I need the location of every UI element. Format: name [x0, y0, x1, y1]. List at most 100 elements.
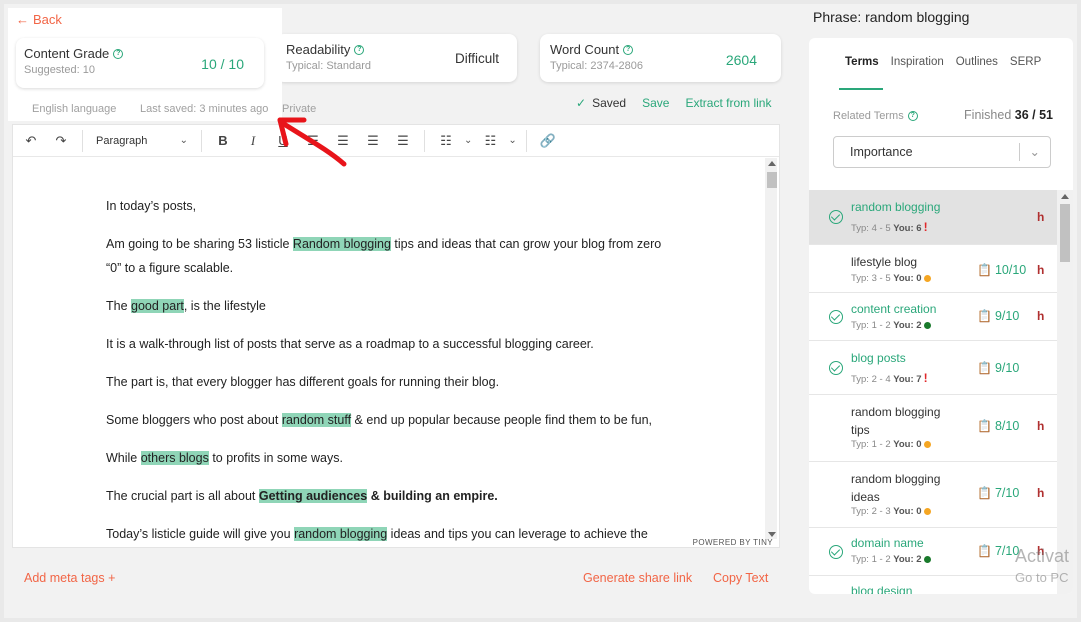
editor-scrollbar[interactable] [765, 158, 777, 539]
highlighted-term: random blogging [294, 527, 388, 541]
word-count-title: Word Count [550, 42, 620, 57]
word-count-card: Word Count? Typical: 2374-2806 2604 [540, 34, 781, 82]
numbered-list-icon[interactable]: ☷ [478, 129, 502, 153]
redo-icon[interactable]: ↷ [49, 129, 73, 153]
add-meta-tags-button[interactable]: Add meta tags + [24, 571, 115, 585]
highlighted-term: Random blogging [292, 237, 391, 251]
block-format-select[interactable]: Paragraph ⌄ [92, 135, 192, 147]
term-name: blog design [851, 584, 913, 594]
highlighted-term: good part [131, 299, 184, 313]
term-typical: Typ: 1 - 2 You: 0 [851, 439, 931, 450]
scroll-thumb[interactable] [1060, 204, 1070, 262]
list-item[interactable]: lifestyle blog Typ: 3 - 5 You: 0 📋 10/10 … [809, 245, 1057, 293]
clipboard-icon: 📋 [977, 309, 992, 323]
save-actions: ✓ Saved Save Extract from link [576, 96, 771, 110]
powered-by-label[interactable]: POWERED BY TINY [693, 538, 773, 547]
heading-marker: h [1037, 309, 1045, 323]
bullet-list-icon[interactable]: ☷ [434, 129, 458, 153]
readability-title: Readability [286, 42, 351, 57]
align-right-icon[interactable]: ☰ [361, 129, 385, 153]
bold-icon[interactable]: B [211, 129, 235, 153]
clipboard-icon: 📋 [977, 361, 992, 375]
italic-icon[interactable]: I [241, 129, 265, 153]
term-list: random blogging Typ: 4 - 5 You: 6! h lif… [809, 190, 1057, 594]
copy-text-button[interactable]: Copy Text [713, 571, 768, 585]
paragraph: In today’s posts, [106, 199, 197, 213]
term-typical: Typ: 1 - 2 You: 2 [851, 554, 931, 565]
related-terms-label: Related Terms? [833, 110, 918, 122]
list-item[interactable]: blog posts Typ: 2 - 4 You: 7! 📋 9/10 [809, 341, 1057, 395]
chevron-down-icon[interactable]: ⌄ [464, 135, 472, 146]
term-count: 📋 9/10 [977, 361, 1020, 375]
term-name: random blogging ideas [851, 472, 941, 504]
panel-tabs: Terms Inspiration Outlines SERP [845, 56, 1041, 68]
help-icon[interactable]: ? [113, 48, 124, 59]
check-circle-icon [829, 210, 843, 224]
undo-icon[interactable]: ↶ [19, 129, 43, 153]
active-tab-indicator [839, 88, 883, 90]
heading-marker: h [1037, 263, 1045, 277]
terms-scrollbar[interactable] [1057, 190, 1073, 594]
help-icon[interactable]: ? [623, 44, 634, 55]
sort-select[interactable]: Importance ⌄ [833, 136, 1051, 168]
highlighted-term: others blogs [140, 451, 209, 465]
list-item[interactable]: random blogging Typ: 4 - 5 You: 6! h [809, 190, 1057, 245]
term-typical: Typ: 2 - 3 You: 0 [851, 506, 931, 517]
tab-terms[interactable]: Terms [845, 56, 879, 68]
paragraph: It is a walk-through list of posts that … [106, 337, 594, 351]
scroll-up-icon[interactable] [768, 161, 776, 166]
phrase-title: Phrase: random blogging [813, 9, 970, 25]
check-icon: ✓ [576, 96, 587, 110]
clipboard-icon: 📋 [977, 419, 992, 433]
chevron-down-icon: ⌄ [1029, 145, 1040, 159]
align-justify-icon[interactable]: ☰ [391, 129, 415, 153]
scroll-up-icon[interactable] [1061, 194, 1069, 199]
toolbar-divider [82, 129, 83, 152]
scroll-down-icon[interactable] [768, 532, 776, 537]
save-button[interactable]: Save [642, 96, 669, 110]
red-arrow-annotation [277, 117, 347, 167]
term-name: random blogging tips [851, 405, 941, 437]
help-icon[interactable]: ? [354, 44, 365, 55]
clipboard-icon: 📋 [977, 263, 992, 277]
chevron-down-icon[interactable]: ⌄ [508, 135, 516, 146]
readability-card: Readability? Typical: Standard Difficult [276, 34, 517, 82]
extract-from-link-button[interactable]: Extract from link [685, 96, 771, 110]
term-typical: Typ: 3 - 5 You: 0 [851, 273, 931, 284]
help-icon[interactable]: ? [907, 111, 918, 121]
term-name: lifestyle blog [851, 255, 918, 269]
tab-outlines[interactable]: Outlines [956, 56, 998, 68]
heading-marker: h [1037, 486, 1045, 500]
toolbar-divider [525, 129, 527, 152]
terms-panel: Terms Inspiration Outlines SERP Related … [809, 38, 1073, 594]
tab-inspiration[interactable]: Inspiration [891, 56, 944, 68]
finished-count: Finished 36 / 51 [964, 108, 1053, 122]
list-item[interactable]: random blogging tips Typ: 1 - 2 You: 0 📋 8… [809, 395, 1057, 462]
content-grade-suggested: Suggested: 10 [24, 64, 95, 76]
link-icon[interactable]: 🔗 [536, 129, 560, 153]
check-circle-icon [829, 310, 843, 324]
editor-content[interactable]: In today’s posts, Am going to be sharing… [13, 158, 763, 547]
clipboard-icon: 📋 [977, 486, 992, 500]
generate-share-link-button[interactable]: Generate share link [583, 571, 692, 585]
list-item[interactable]: random blogging ideas Typ: 2 - 3 You: 0 📋… [809, 462, 1057, 528]
term-count: 📋 10/10 [977, 263, 1027, 277]
list-item[interactable]: content creation Typ: 1 - 2 You: 2 📋 9/10… [809, 293, 1057, 341]
editor-footer: Add meta tags + Generate share link Copy… [12, 560, 780, 596]
tab-serp[interactable]: SERP [1010, 56, 1041, 68]
term-name: content creation [851, 302, 937, 316]
heading-marker: h [1037, 419, 1045, 433]
green-dot [923, 555, 931, 563]
highlighted-term: Getting audiences [258, 489, 368, 503]
back-link[interactable]: ← Back [16, 12, 62, 27]
term-count: 📋 9/10 [977, 309, 1020, 323]
language-label[interactable]: English language [32, 103, 116, 115]
text-editor[interactable]: ↶ ↷ Paragraph ⌄ B I U ☰ ☰ ☰ ☰ ☷ ⌄ ☷ ⌄ 🔗 I… [12, 124, 780, 548]
heading-marker: h [1037, 210, 1045, 224]
term-name: random blogging [851, 200, 941, 214]
term-count: 📋 7/10 [977, 486, 1020, 500]
clipboard-icon: 📋 [977, 544, 992, 558]
scroll-thumb[interactable] [767, 172, 777, 188]
orange-dot [923, 440, 931, 448]
highlighted-term: random stuff [281, 413, 352, 427]
